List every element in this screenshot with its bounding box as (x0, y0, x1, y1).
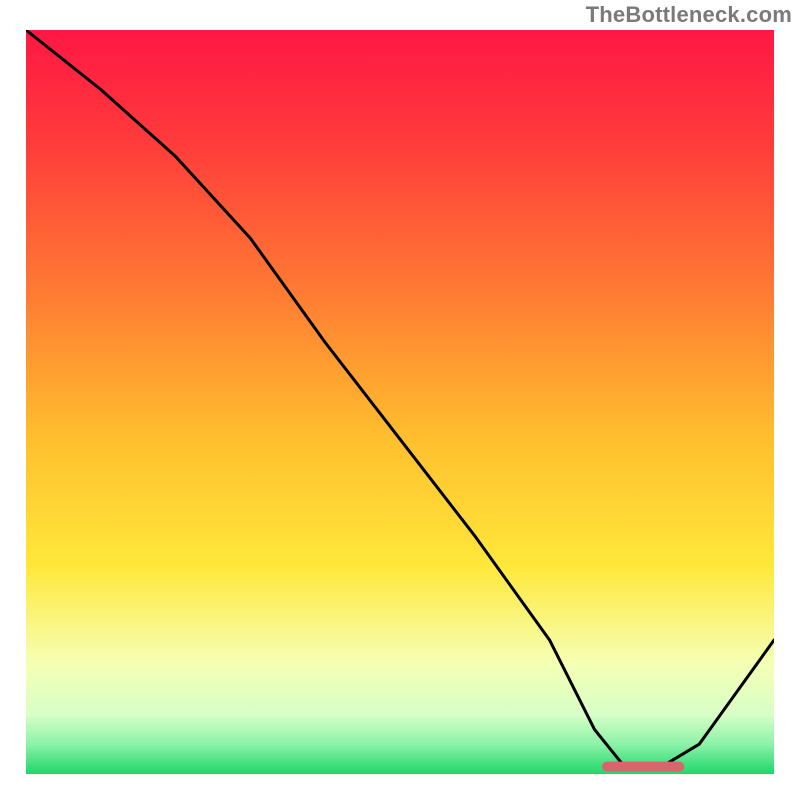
watermark-text: TheBottleneck.com (586, 2, 792, 28)
optimal-range-marker (602, 762, 684, 772)
plot-frame (26, 30, 774, 774)
plot-area (26, 30, 774, 774)
gradient-background (26, 30, 774, 774)
chart-svg (26, 30, 774, 774)
chart-container: TheBottleneck.com (0, 0, 800, 800)
